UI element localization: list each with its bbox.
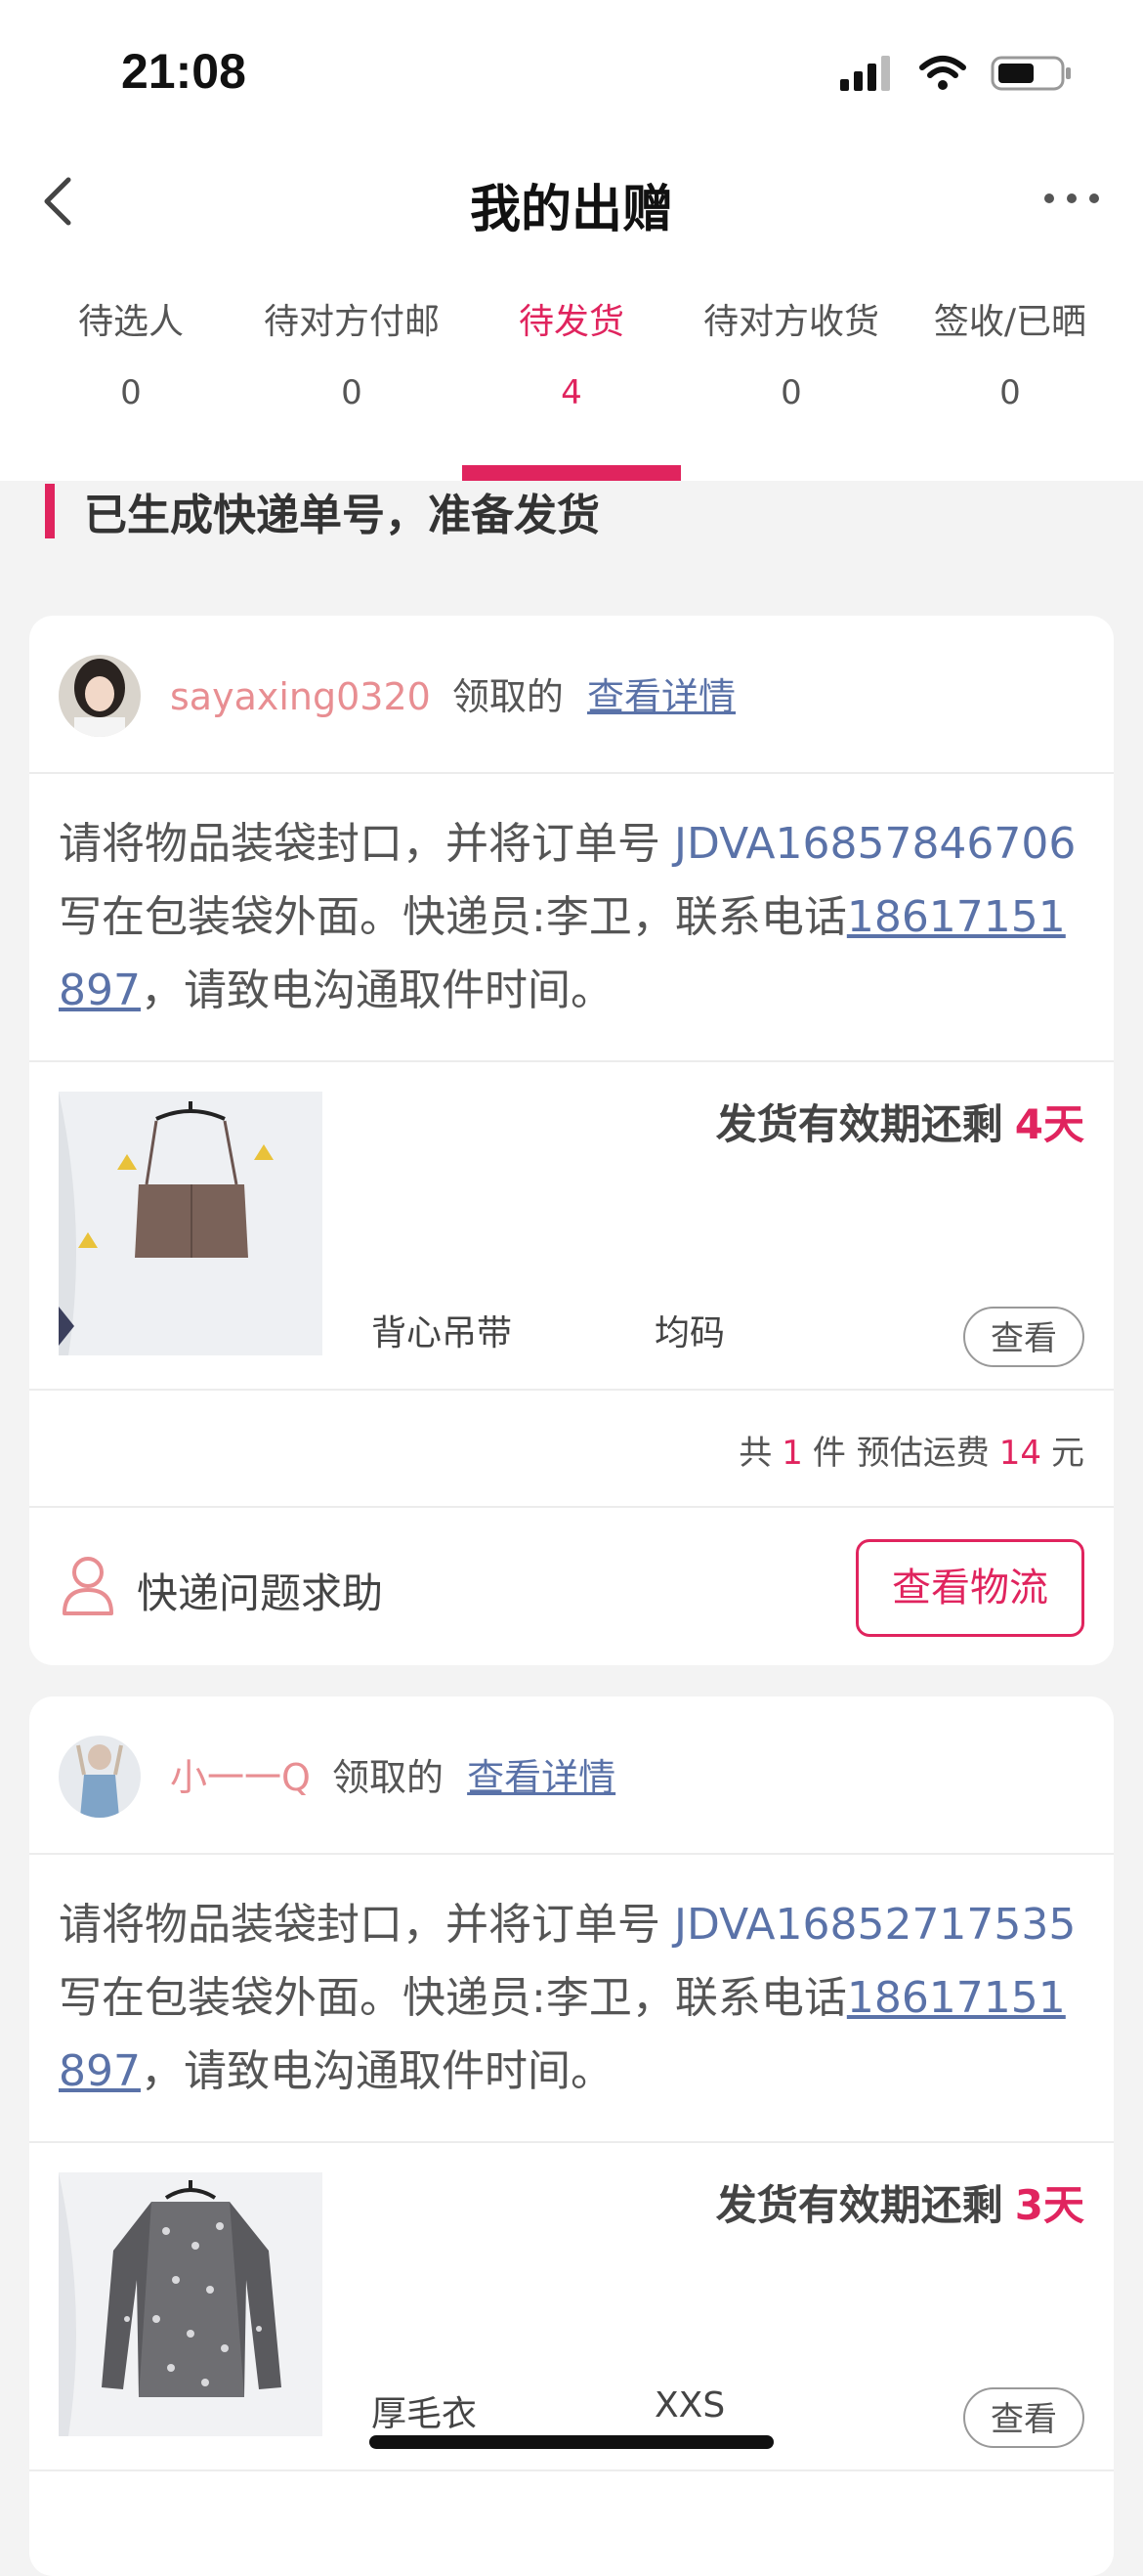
gift-order-card: sayaxing0320 领取的 查看详情 请将物品装袋封口，并将订单号 JDV… xyxy=(29,616,1114,1665)
tab-count: 4 xyxy=(561,373,582,412)
home-indicator xyxy=(369,2435,774,2449)
user-line: sayaxing0320 领取的 查看详情 xyxy=(170,666,736,720)
taken-label: 领取的 xyxy=(332,1756,444,1799)
instruction-text: 请将物品装袋封口，并将订单号 xyxy=(59,819,674,869)
summary-text: 共 xyxy=(739,1434,773,1473)
view-item-button[interactable]: 查看 xyxy=(963,2387,1084,2448)
courier-help-link[interactable]: 快递问题求助 xyxy=(137,1561,383,1620)
item-name: 厚毛衣 xyxy=(371,2394,478,2434)
avatar[interactable] xyxy=(59,655,141,737)
section-title: 已生成快递单号，准备发货 xyxy=(84,491,600,540)
view-logistics-button[interactable]: 查看物流 xyxy=(856,1539,1084,1637)
view-item-button[interactable]: 查看 xyxy=(963,1307,1084,1367)
tab-pending-receive[interactable]: 待对方收货 0 xyxy=(682,293,901,412)
ship-deadline: 发货有效期还剩 4天 xyxy=(716,1092,1084,1151)
tab-count: 0 xyxy=(781,373,802,412)
tab-count: 0 xyxy=(341,373,362,412)
summary-text: 件 预估运费 xyxy=(812,1434,990,1473)
instruction-text: 请将物品装袋封口，并将订单号 xyxy=(59,1900,674,1950)
person-outline-icon[interactable] xyxy=(59,1553,117,1617)
tab-label: 待选人 xyxy=(77,302,184,342)
order-summary: 共1件 预估运费 14 元 xyxy=(739,1426,1084,1474)
more-dots-icon[interactable] xyxy=(1037,174,1106,223)
view-details-link[interactable]: 查看详情 xyxy=(467,1756,615,1799)
item-photo[interactable] xyxy=(59,2172,322,2436)
tab-label: 待对方付邮 xyxy=(263,302,440,342)
help-row: 快递问题求助 查看物流 xyxy=(29,1508,1114,1665)
card-user-row: sayaxing0320 领取的 查看详情 xyxy=(29,616,1114,774)
status-bar: 21:08 xyxy=(0,0,1143,147)
instruction-text: 写在包装袋外面。快递员:李卫，联系电话 xyxy=(59,892,847,942)
summary-text: 元 xyxy=(1051,1434,1084,1473)
shipping-fee: 14 xyxy=(998,1434,1041,1473)
tab-pending-ship[interactable]: 待发货 4 xyxy=(462,293,681,412)
section-accent-bar xyxy=(45,484,55,538)
item-size: XXS xyxy=(655,2385,726,2426)
wifi-icon xyxy=(919,56,966,90)
deadline-label: 发货有效期还剩 xyxy=(715,1100,1003,1148)
battery-icon xyxy=(991,56,1071,91)
active-tab-indicator xyxy=(462,465,681,481)
tab-label: 待对方收货 xyxy=(702,302,879,342)
nav-bar: 我的出赠 xyxy=(0,147,1143,264)
status-icons xyxy=(838,49,1073,98)
order-summary-row: 共1件 预估运费 14 元 xyxy=(29,1391,1114,1508)
page-title: 我的出赠 xyxy=(469,181,673,239)
signal-icon xyxy=(840,56,890,91)
view-details-link[interactable]: 查看详情 xyxy=(587,675,736,718)
item-row: 发货有效期还剩 3天 厚毛衣 XXS 查看 xyxy=(29,2143,1114,2471)
deadline-days: 3天 xyxy=(1014,2181,1084,2229)
tab-pending-postage[interactable]: 待对方付邮 0 xyxy=(242,293,461,412)
tab-pending-select[interactable]: 待选人 0 xyxy=(21,293,240,412)
instruction-text: ，请致电沟通取件时间。 xyxy=(140,966,614,1015)
shipping-instruction: 请将物品装袋封口，并将订单号 JDVA16852717535 写在包装袋外面。快… xyxy=(29,1855,1114,2143)
user-line: 小一一Q 领取的 查看详情 xyxy=(170,1747,615,1801)
username[interactable]: sayaxing0320 xyxy=(170,675,431,718)
avatar[interactable] xyxy=(59,1736,141,1818)
username[interactable]: 小一一Q xyxy=(170,1756,311,1799)
item-name: 背心吊带 xyxy=(371,1313,513,1353)
taken-label: 领取的 xyxy=(451,675,564,718)
status-tabs: 待选人 0 待对方付邮 0 待发货 4 待对方收货 0 签收/已晒 0 xyxy=(0,264,1143,481)
item-row: 发货有效期还剩 4天 背心吊带 均码 查看 xyxy=(29,1062,1114,1391)
deadline-label: 发货有效期还剩 xyxy=(715,2181,1003,2229)
item-photo[interactable] xyxy=(59,1092,322,1355)
ship-deadline: 发货有效期还剩 3天 xyxy=(716,2172,1084,2232)
tab-label: 待发货 xyxy=(518,302,624,342)
shipping-instruction: 请将物品装袋封口，并将订单号 JDVA16857846706 写在包装袋外面。快… xyxy=(29,774,1114,1062)
deadline-days: 4天 xyxy=(1014,1100,1084,1148)
order-number: JDVA16852717535 xyxy=(674,1900,1077,1950)
tab-received[interactable]: 签收/已晒 0 xyxy=(901,293,1120,412)
tab-count: 0 xyxy=(120,373,142,412)
instruction-text: 写在包装袋外面。快递员:李卫，联系电话 xyxy=(59,1973,847,2023)
section-heading: 已生成快递单号，准备发货 xyxy=(45,482,600,540)
card-user-row: 小一一Q 领取的 查看详情 xyxy=(29,1696,1114,1855)
tab-label: 签收/已晒 xyxy=(933,302,1087,342)
tab-count: 0 xyxy=(999,373,1021,412)
order-number: JDVA16857846706 xyxy=(674,819,1077,869)
item-size: 均码 xyxy=(655,1313,726,1353)
instruction-text: ，请致电沟通取件时间。 xyxy=(140,2046,614,2096)
status-time: 21:08 xyxy=(121,44,246,99)
item-count: 1 xyxy=(782,1434,803,1473)
